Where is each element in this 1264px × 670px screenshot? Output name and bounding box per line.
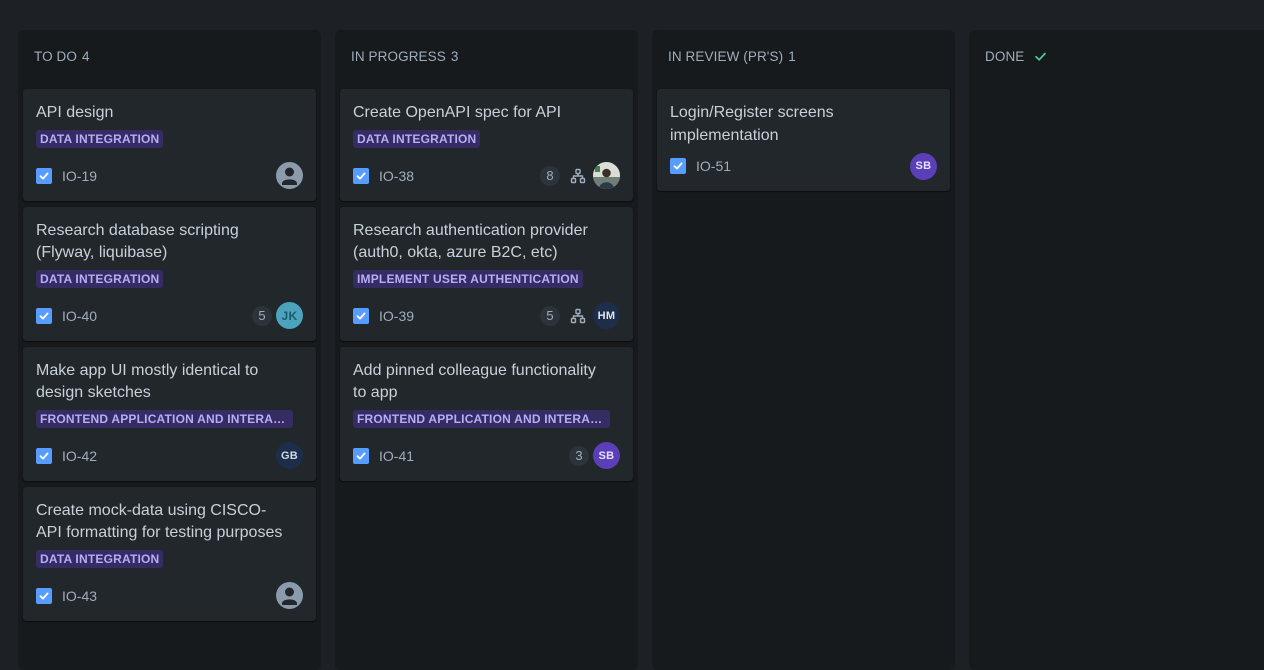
- checkbox-icon: [36, 167, 52, 184]
- issue-key[interactable]: IO-51: [696, 158, 731, 174]
- column-title: TO DO: [34, 48, 78, 64]
- issue-card[interactable]: Make app UI mostly identical to design s…: [23, 346, 316, 481]
- issue-card[interactable]: Login/Register screens implementation IO…: [657, 89, 950, 191]
- column-title: IN PROGRESS: [351, 48, 446, 64]
- card-title: Create mock-data using CISCO-API formatt…: [36, 501, 283, 542]
- checkbox-icon: [353, 447, 369, 464]
- epic-label: FRONTEND APPLICATION AND INTERACT...: [36, 409, 293, 428]
- subtask-icon: [570, 168, 586, 184]
- column-count: 1: [788, 48, 796, 64]
- column-header-in-progress[interactable]: IN PROGRESS 3: [335, 30, 638, 82]
- epic-label: IMPLEMENT USER AUTHENTICATION: [353, 269, 583, 288]
- card-title: Login/Register screens implementation: [670, 104, 834, 144]
- epic-label: DATA INTEGRATION: [36, 129, 164, 148]
- card-title: API design: [36, 104, 114, 121]
- column-title: IN REVIEW (PR'S): [668, 48, 784, 64]
- issue-card[interactable]: Create OpenAPI spec for API DATA INTEGRA…: [340, 89, 633, 201]
- story-points-badge: 5: [540, 305, 560, 326]
- story-points-badge: 8: [540, 165, 560, 186]
- checkbox-icon: [670, 158, 686, 174]
- checkbox-icon: [36, 307, 52, 324]
- story-points-badge: 3: [569, 445, 589, 466]
- subtask-icon: [570, 308, 586, 324]
- column-todo: TO DO 4 API design DATA INTEGRATION IO-1…: [18, 30, 321, 670]
- story-points-badge: 5: [252, 305, 272, 326]
- issue-card[interactable]: Research authentication provider (auth0,…: [340, 206, 633, 341]
- user-default-icon[interactable]: [276, 582, 303, 609]
- epic-label: DATA INTEGRATION: [36, 269, 164, 288]
- epic-label: FRONTEND APPLICATION AND INTERACT...: [353, 409, 610, 428]
- column-in-review: IN REVIEW (PR'S) 1 Login/Register screen…: [652, 30, 955, 670]
- card-title: Create OpenAPI spec for API: [353, 104, 562, 121]
- column-count: 3: [450, 48, 459, 64]
- card-title: Research authentication provider (auth0,…: [353, 221, 588, 262]
- card-title: Make app UI mostly identical to design s…: [36, 361, 259, 402]
- assignee-avatar[interactable]: [593, 162, 620, 189]
- issue-key[interactable]: IO-42: [62, 448, 97, 464]
- assignee-avatar[interactable]: HM: [593, 302, 620, 329]
- epic-label: DATA INTEGRATION: [36, 549, 164, 568]
- checkbox-icon: [353, 307, 369, 324]
- column-count: 4: [82, 48, 90, 64]
- check-icon: [1034, 50, 1047, 63]
- issue-key[interactable]: IO-43: [62, 588, 97, 604]
- assignee-avatar[interactable]: SB: [593, 442, 620, 469]
- assignee-avatar[interactable]: JK: [276, 302, 303, 329]
- kanban-board: TO DO 4 API design DATA INTEGRATION IO-1…: [0, 0, 1264, 670]
- column-header-todo[interactable]: TO DO 4: [18, 30, 321, 82]
- column-done: DONE: [969, 30, 1264, 670]
- issue-card[interactable]: Create mock-data using CISCO-API formatt…: [23, 486, 316, 621]
- assignee-avatar[interactable]: SB: [910, 152, 937, 180]
- assignee-avatar[interactable]: GB: [276, 442, 303, 469]
- issue-key[interactable]: IO-41: [379, 448, 414, 464]
- issue-card[interactable]: API design DATA INTEGRATION IO-19: [23, 89, 316, 201]
- issue-key[interactable]: IO-40: [62, 308, 97, 324]
- column-title: DONE: [985, 48, 1025, 64]
- issue-card[interactable]: Research database scripting (Flyway, liq…: [23, 206, 316, 341]
- issue-key[interactable]: IO-38: [379, 168, 414, 184]
- checkbox-icon: [36, 447, 52, 464]
- issue-card[interactable]: Add pinned colleague functionality to ap…: [340, 346, 633, 481]
- column-header-done[interactable]: DONE: [969, 30, 1264, 82]
- checkbox-icon: [36, 587, 52, 604]
- column-header-in-review[interactable]: IN REVIEW (PR'S) 1: [652, 30, 955, 82]
- issue-key[interactable]: IO-39: [379, 308, 414, 324]
- card-title: Research database scripting (Flyway, liq…: [36, 221, 239, 262]
- checkbox-icon: [353, 167, 369, 184]
- card-title: Add pinned colleague functionality to ap…: [353, 361, 596, 402]
- issue-key[interactable]: IO-19: [62, 168, 97, 184]
- epic-label: DATA INTEGRATION: [353, 129, 481, 148]
- column-in-progress: IN PROGRESS 3 Create OpenAPI spec for AP…: [335, 30, 638, 670]
- user-default-icon[interactable]: [276, 162, 303, 189]
